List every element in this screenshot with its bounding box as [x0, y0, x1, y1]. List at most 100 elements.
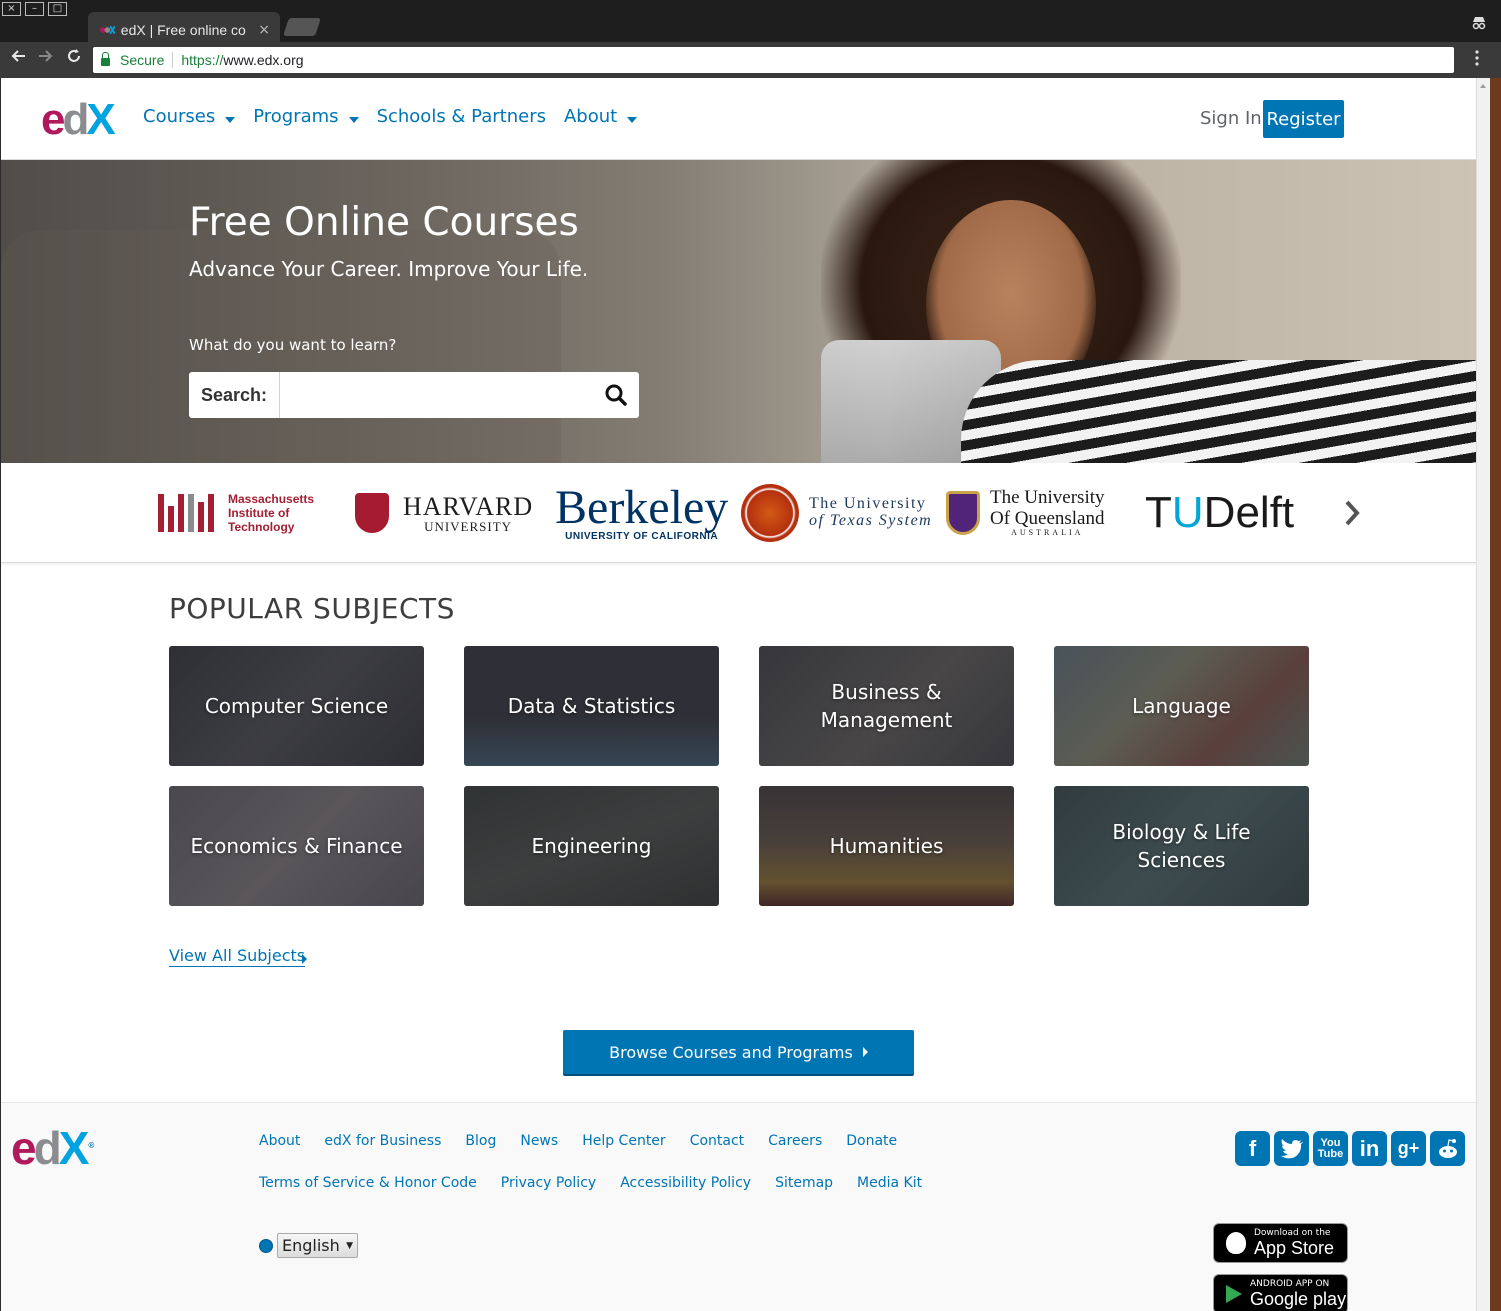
hero-banner: Free Online Courses Advance Your Career.… [1, 160, 1476, 463]
nav-schools-partners[interactable]: Schools & Partners [377, 106, 546, 127]
browser-menu-icon[interactable] [1475, 50, 1479, 70]
search-input[interactable] [280, 375, 593, 415]
footer-link-donate[interactable]: Donate [846, 1133, 897, 1149]
register-button[interactable]: Register [1263, 100, 1344, 138]
window-maximize-button[interactable]: □ [48, 2, 67, 16]
window-close-button[interactable]: × [2, 2, 21, 16]
footer-link-careers[interactable]: Careers [768, 1133, 822, 1149]
google-play-big: Google play [1250, 1289, 1347, 1309]
address-divider [172, 52, 174, 68]
footer-link-terms[interactable]: Terms of Service & Honor Code [259, 1175, 477, 1191]
nav-courses-label: Courses [143, 106, 216, 127]
window-controls: × – □ [2, 2, 67, 16]
chevron-right-icon [862, 1047, 868, 1057]
language-value: English [282, 1236, 340, 1255]
subject-tile-computer-science[interactable]: Computer Science [169, 646, 424, 766]
subject-tile-engineering[interactable]: Engineering [464, 786, 719, 906]
facebook-icon[interactable]: f [1235, 1131, 1270, 1166]
footer-link-blog[interactable]: Blog [465, 1133, 496, 1149]
new-tab-button[interactable] [283, 18, 321, 36]
language-select[interactable]: English ▼ [277, 1233, 358, 1258]
footer-link-sitemap[interactable]: Sitemap [775, 1175, 833, 1191]
footer-edx-logo[interactable]: edX ® [11, 1122, 94, 1174]
window-minimize-button[interactable]: – [25, 2, 44, 16]
harvard-shield-icon [355, 493, 389, 533]
dropdown-arrow-icon: ▼ [346, 1240, 353, 1251]
play-icon [1226, 1285, 1242, 1303]
mit-name: Massachusetts Institute of Technology [228, 492, 314, 534]
partner-harvard-logo[interactable]: HARVARD UNIVERSITY [355, 463, 533, 563]
nav-about[interactable]: About [563, 106, 638, 127]
browse-courses-label: Browse Courses and Programs [609, 1042, 853, 1062]
sign-in-link[interactable]: Sign In [1200, 108, 1262, 129]
search-label: Search: [189, 372, 280, 418]
harvard-name: HARVARD UNIVERSITY [403, 493, 533, 533]
partner-berkeley-logo[interactable]: Berkeley UNIVERSITY OF CALIFORNIA [555, 463, 728, 563]
partner-tudelft-logo[interactable]: TUDelft [1145, 463, 1294, 563]
footer-link-edx-for-business[interactable]: edX for Business [324, 1133, 441, 1149]
tile-label: Language [1132, 694, 1231, 718]
berkeley-big: Berkeley [555, 481, 729, 534]
page-scrollbar[interactable] [1476, 78, 1490, 1311]
tab-close-icon[interactable]: × [258, 22, 270, 38]
chevron-down-icon [225, 116, 236, 123]
footer-link-accessibility[interactable]: Accessibility Policy [620, 1175, 751, 1191]
linkedin-icon[interactable]: in [1352, 1131, 1387, 1166]
footer-link-media-kit[interactable]: Media Kit [857, 1175, 922, 1191]
google-plus-icon[interactable]: g+ [1391, 1131, 1426, 1166]
url-scheme: https:// [181, 52, 224, 68]
browse-courses-button[interactable]: Browse Courses and Programs [563, 1030, 914, 1074]
footer-link-contact[interactable]: Contact [690, 1133, 744, 1149]
partner-texas-logo[interactable]: The University of Texas System [741, 463, 932, 563]
youtube-bottom-text: Tube [1317, 1147, 1344, 1160]
nav-programs-label: Programs [253, 106, 339, 127]
subject-tile-biology-life-sciences[interactable]: Biology & Life Sciences [1054, 786, 1309, 906]
uq-crest-icon [946, 491, 980, 535]
tile-label: Data & Statistics [507, 694, 676, 718]
browser-tab-active[interactable]: edX | Free online co × [88, 12, 280, 42]
partner-mit-logo[interactable]: Massachusetts Institute of Technology [158, 463, 314, 563]
reload-icon[interactable] [66, 48, 82, 69]
carousel-next-icon[interactable] [1339, 493, 1365, 533]
subject-tile-humanities[interactable]: Humanities [759, 786, 1014, 906]
uq-line-1: The University [990, 486, 1105, 508]
subject-tile-business-management[interactable]: Business & Management [759, 646, 1014, 766]
footer-link-help-center[interactable]: Help Center [582, 1133, 666, 1149]
footer-link-news[interactable]: News [520, 1133, 558, 1149]
edx-logo[interactable]: edX [41, 98, 116, 142]
view-all-subjects-link[interactable]: View All Subjects [169, 946, 306, 967]
search-icon[interactable] [593, 372, 639, 418]
uq-small: AUSTRALIA [1011, 528, 1084, 538]
subject-tile-data-statistics[interactable]: Data & Statistics [464, 646, 719, 766]
tab-title: edX | Free online co [120, 22, 246, 38]
forward-arrow-icon[interactable] [38, 48, 54, 69]
tud-rest: Delft [1203, 488, 1295, 537]
footer-link-about[interactable]: About [259, 1133, 300, 1149]
subject-tile-economics-finance[interactable]: Economics & Finance [169, 786, 424, 906]
app-store-badge[interactable]: Download on the App Store [1213, 1223, 1348, 1263]
twitter-icon[interactable] [1274, 1131, 1309, 1166]
reddit-icon[interactable] [1430, 1131, 1465, 1166]
google-play-small: ANDROID APP ON [1250, 1279, 1330, 1289]
footer-links-legal: Terms of Service & Honor Code Privacy Po… [259, 1175, 922, 1191]
youtube-icon[interactable]: You Tube [1313, 1131, 1348, 1166]
back-arrow-icon[interactable] [10, 48, 26, 69]
footer-links-primary: About edX for Business Blog News Help Ce… [259, 1133, 897, 1149]
tudelft-name: TUDelft [1145, 488, 1294, 538]
nav-programs[interactable]: Programs [253, 106, 359, 127]
partner-queensland-logo[interactable]: The University Of Queensland AUSTRALIA [946, 463, 1105, 563]
course-search-form: Search: [189, 372, 639, 418]
nav-about-label: About [563, 106, 618, 127]
berkeley-name: Berkeley UNIVERSITY OF CALIFORNIA [555, 484, 728, 542]
address-bar[interactable]: Secure https://www.edx.org [93, 47, 1454, 73]
footer-link-privacy[interactable]: Privacy Policy [501, 1175, 596, 1191]
incognito-icon [1471, 16, 1487, 34]
logo-e: e [11, 1122, 37, 1174]
scroll-up-icon[interactable] [1480, 84, 1486, 88]
tile-label: Humanities [829, 834, 944, 858]
subject-tile-language[interactable]: Language [1054, 646, 1309, 766]
google-play-badge[interactable]: ANDROID APP ON Google play [1213, 1274, 1348, 1311]
tile-label: Computer Science [204, 694, 389, 718]
nav-courses[interactable]: Courses [143, 106, 236, 127]
mit-line-3: Technology [228, 520, 295, 534]
